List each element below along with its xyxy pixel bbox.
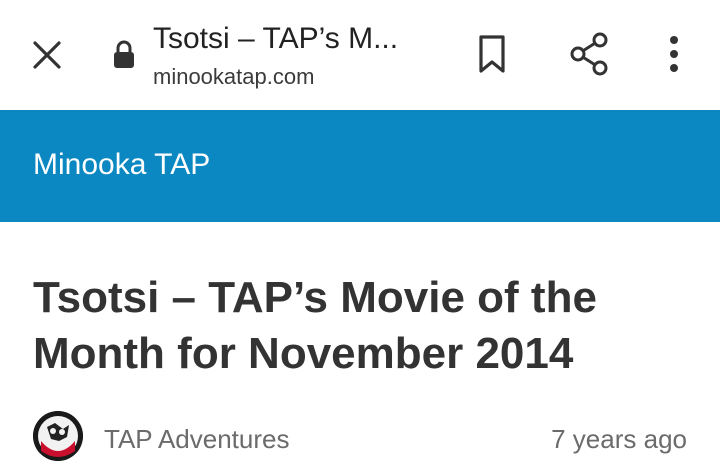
bookmark-icon[interactable] — [476, 34, 508, 74]
page-url[interactable]: minookatap.com — [153, 64, 314, 90]
author-avatar[interactable] — [33, 411, 83, 461]
site-name-link[interactable]: Minooka TAP — [33, 148, 210, 182]
article-title: Tsotsi – TAP’s Movie of the Month for No… — [33, 273, 597, 378]
more-vert-icon[interactable] — [663, 34, 685, 74]
close-icon[interactable] — [30, 38, 64, 72]
publish-time: 7 years ago — [551, 424, 687, 454]
article-byline: TAP Adventures 7 years ago — [33, 410, 693, 466]
lock-icon — [112, 40, 136, 70]
site-header: Minooka TAP — [0, 110, 720, 222]
browser-toolbar: Tsotsi – TAP’s M... minookatap.com — [0, 0, 720, 110]
author-name[interactable]: TAP Adventures — [104, 424, 289, 455]
page-title: Tsotsi – TAP’s M... — [153, 22, 399, 55]
share-icon[interactable] — [568, 32, 610, 76]
